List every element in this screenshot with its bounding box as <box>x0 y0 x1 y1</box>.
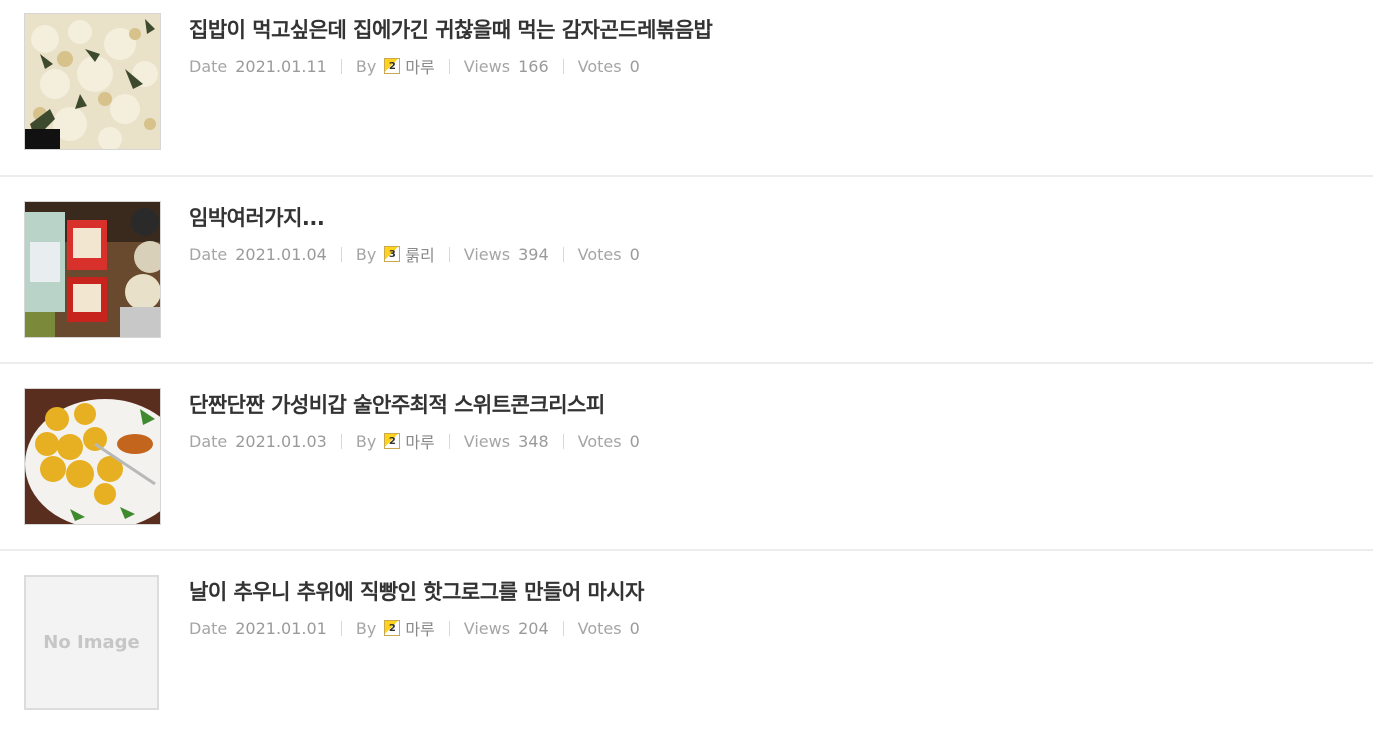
date-label: Date <box>189 244 228 264</box>
meta-divider <box>340 433 342 449</box>
votes-label: Votes <box>577 618 622 638</box>
level-badge-icon: 3 <box>384 246 401 262</box>
list-item: 집밥이 먹고싶은데 집에가긴 귀찮을때 먹는 감자곤드레볶음밥 Date 202… <box>0 0 1373 177</box>
post-meta: Date 2021.01.01 By 2 마루 Views 204 Votes … <box>189 616 640 640</box>
meta-divider <box>562 620 564 636</box>
post-author[interactable]: 마루 <box>405 54 434 78</box>
date-label: Date <box>189 618 228 638</box>
level-badge-icon: 2 <box>384 58 401 74</box>
views-count: 348 <box>518 431 549 451</box>
post-list: 집밥이 먹고싶은데 집에가긴 귀찮을때 먹는 감자곤드레볶음밥 Date 202… <box>0 0 1373 738</box>
views-label: Views <box>463 244 511 264</box>
meta-divider <box>340 246 342 262</box>
post-title[interactable]: 날이 추우니 추위에 직빵인 핫그로그를 만들어 마시자 <box>189 576 644 606</box>
votes-count: 0 <box>629 244 640 264</box>
meta-divider <box>562 246 564 262</box>
post-title[interactable]: 임박여러가지... <box>189 202 325 232</box>
meta-divider <box>448 620 450 636</box>
no-image-text: No Image <box>43 632 140 653</box>
list-item: No Image 날이 추우니 추위에 직빵인 핫그로그를 만들어 마시자 Da… <box>0 551 1373 738</box>
meta-divider <box>448 433 450 449</box>
post-meta: Date 2021.01.11 By 2 마루 Views 166 Votes … <box>189 54 640 78</box>
meta-divider <box>562 58 564 74</box>
post-meta: Date 2021.01.03 By 2 마루 Views 348 Votes … <box>189 429 640 453</box>
list-item: 단짠단짠 가성비갑 술안주최적 스위트콘크리스피 Date 2021.01.03… <box>0 364 1373 551</box>
fried-snack-photo-image <box>25 389 160 524</box>
by-label: By <box>355 618 377 638</box>
views-count: 166 <box>518 56 549 76</box>
date-label: Date <box>189 56 228 76</box>
post-author[interactable]: 마루 <box>405 616 434 640</box>
post-author[interactable]: 룱리 <box>405 242 434 266</box>
views-count: 394 <box>518 244 549 264</box>
post-date: 2021.01.01 <box>235 618 327 638</box>
meta-divider <box>340 58 342 74</box>
date-label: Date <box>189 431 228 451</box>
level-badge-icon: 2 <box>384 620 401 636</box>
by-label: By <box>355 56 377 76</box>
post-date: 2021.01.11 <box>235 56 327 76</box>
meta-divider <box>340 620 342 636</box>
post-meta: Date 2021.01.04 By 3 룱리 Views 394 Votes … <box>189 242 640 266</box>
votes-label: Votes <box>577 431 622 451</box>
list-item: 임박여러가지... Date 2021.01.04 By 3 룱리 Views … <box>0 177 1373 364</box>
views-label: Views <box>463 56 511 76</box>
meta-divider <box>562 433 564 449</box>
post-thumbnail[interactable] <box>24 13 161 150</box>
post-thumbnail[interactable] <box>24 201 161 338</box>
meta-divider <box>448 58 450 74</box>
post-title[interactable]: 집밥이 먹고싶은데 집에가긴 귀찮을때 먹는 감자곤드레볶음밥 <box>189 14 713 44</box>
votes-count: 0 <box>629 431 640 451</box>
meta-divider <box>448 246 450 262</box>
rice-photo-image <box>25 14 160 149</box>
packages-photo-image <box>25 202 160 337</box>
post-author[interactable]: 마루 <box>405 429 434 453</box>
post-thumbnail[interactable] <box>24 388 161 525</box>
votes-label: Votes <box>577 56 622 76</box>
post-title[interactable]: 단짠단짠 가성비갑 술안주최적 스위트콘크리스피 <box>189 389 605 419</box>
post-date: 2021.01.04 <box>235 244 327 264</box>
no-image-placeholder[interactable]: No Image <box>24 575 159 710</box>
views-label: Views <box>463 618 511 638</box>
votes-count: 0 <box>629 618 640 638</box>
by-label: By <box>355 431 377 451</box>
votes-label: Votes <box>577 244 622 264</box>
views-count: 204 <box>518 618 549 638</box>
views-label: Views <box>463 431 511 451</box>
by-label: By <box>355 244 377 264</box>
level-badge-icon: 2 <box>384 433 401 449</box>
post-date: 2021.01.03 <box>235 431 327 451</box>
votes-count: 0 <box>629 56 640 76</box>
